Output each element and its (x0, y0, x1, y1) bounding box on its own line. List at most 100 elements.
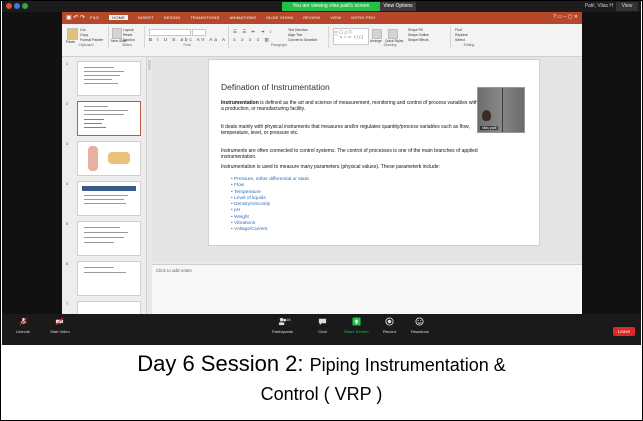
shape-effects-button[interactable]: Shape Effects (408, 38, 428, 42)
layout-button[interactable]: Layout (123, 28, 134, 32)
select-button[interactable]: Select (455, 38, 465, 42)
font-group: B I U S abc AV Aa A Font (146, 26, 229, 48)
slide-canvas: Defination of Instrumentation Instrument… (152, 57, 582, 262)
vertical-scrollbar[interactable] (148, 60, 151, 70)
slide-paragraph-2: It deals mainly with physical instrument… (221, 124, 470, 136)
parameter-list: Pressure, either differential or static … (231, 177, 309, 234)
slide-thumbnail-2-selected[interactable] (77, 101, 141, 136)
slide-thumbnail-7[interactable] (77, 301, 141, 314)
close-dot-icon[interactable] (6, 3, 12, 9)
shape-outline-button[interactable]: Shape Outline (408, 33, 429, 37)
drawing-group: ▭◯△⬠ ⌒↘☆▱ ⟨⟩{} Arrange Quick Styles Shap… (330, 26, 451, 48)
replace-button[interactable]: Replace (455, 33, 468, 37)
slide-thumbnail-6[interactable] (77, 261, 141, 296)
list-item: Voltage/Current (231, 227, 309, 233)
reactions-label: Reactions (411, 329, 429, 334)
paste-icon[interactable] (67, 28, 78, 40)
slide-paragraph-1: Instrumentation is defined as the art an… (221, 100, 483, 112)
arrange-icon[interactable] (372, 29, 382, 39)
minimize-dot-icon[interactable] (14, 3, 20, 9)
share-screen-icon (352, 317, 361, 326)
caption-line-1: Day 6 Session 2: Piping Instrumentation … (1, 351, 642, 377)
slide-thumbnails-pane[interactable]: 1 2 3 4 5 6 7 (62, 57, 147, 314)
clipboard-group: Paste Cut Copy Format Painter Clipboard (64, 26, 109, 48)
reactions-smiley-icon (415, 317, 424, 326)
view-options-button[interactable]: View Options (380, 2, 416, 11)
align-text-button[interactable]: Align Text (288, 33, 302, 37)
drawing-group-label: Drawing (383, 43, 397, 47)
tab-home[interactable]: HOME (109, 15, 129, 20)
participants-button[interactable]: Participants 18 (272, 317, 293, 334)
tab-review[interactable]: REVIEW (303, 15, 320, 20)
convert-smartart-button[interactable]: Convert to SmartArt (288, 38, 317, 42)
font-size-dropdown[interactable] (192, 29, 206, 36)
chat-button[interactable]: Chat (318, 317, 327, 334)
share-screen-button[interactable]: Share Screen (344, 317, 368, 334)
slide-title: Defination of Instrumentation (221, 82, 330, 92)
copy-button[interactable]: Copy (80, 33, 88, 37)
unmute-button[interactable]: Unmute (16, 317, 30, 334)
slide-thumbnail-1[interactable] (77, 61, 141, 96)
ribbon: Paste Cut Copy Format Painter Clipboard … (62, 24, 582, 57)
quick-access-icon[interactable]: ▣ ↶ ↷ (66, 14, 85, 21)
maximize-dot-icon[interactable] (22, 3, 28, 9)
zoom-view-button[interactable]: View (616, 2, 638, 11)
unmute-label: Unmute (16, 329, 31, 334)
caption-day-session: Day 6 Session 2: (137, 351, 310, 376)
slide-number: 1 (66, 61, 69, 66)
start-video-label: Start Video (50, 329, 70, 334)
notes-placeholder: Click to add notes (156, 268, 192, 273)
editing-group: Find Replace Select Editing (452, 26, 486, 48)
cut-button[interactable]: Cut (80, 28, 85, 32)
caption-topic: Piping Instrumentation & (309, 355, 506, 375)
notes-pane[interactable]: Click to add notes (152, 264, 582, 314)
webcam-video-tile[interactable]: vilas patil (477, 87, 525, 133)
powerpoint-window: ▣ ↶ ↷ FILE HOME INSERT DESIGN TRANSITION… (62, 12, 582, 314)
editing-group-label: Editing (463, 43, 475, 47)
font-format-icons[interactable]: B I U S abc AV Aa A (149, 37, 227, 42)
zoom-user-name: Patil, Vilas H (584, 3, 613, 9)
ribbon-tab-bar: ▣ ↶ ↷ FILE HOME INSERT DESIGN TRANSITION… (62, 12, 582, 24)
record-label: Record (383, 329, 396, 334)
tab-file[interactable]: FILE (90, 15, 99, 20)
slide-thumbnail-5[interactable] (77, 221, 141, 256)
slides-group-label: Slides (122, 43, 132, 47)
start-video-button[interactable]: Start Video (50, 317, 70, 334)
ppt-window-controls-icon[interactable]: ? ▭ – ▢ ✕ (553, 14, 578, 20)
slide-thumbnail-4[interactable] (77, 181, 141, 216)
slides-group: New Slide Layout Reset Section Slides (110, 26, 145, 48)
leave-button[interactable]: Leave (613, 327, 635, 336)
slide-number: 7 (66, 301, 69, 306)
tab-animations[interactable]: ANIMATIONS (230, 15, 257, 20)
tab-slide-show[interactable]: SLIDE SHOW (266, 15, 293, 20)
list-format-icons[interactable]: ☰ ☰ ⇤ ⇥ ↕ (233, 29, 274, 35)
slide-number: 6 (66, 261, 69, 266)
zoom-top-bar: You are viewing vilas patil's screen Vie… (2, 1, 641, 12)
shape-fill-button[interactable]: Shape Fill (408, 28, 423, 32)
screenshot-frame: You are viewing vilas patil's screen Vie… (0, 0, 643, 421)
participants-count: 18 (286, 317, 291, 322)
text-direction-button[interactable]: Text Direction (288, 28, 308, 32)
tab-nitro-pro[interactable]: NITRO PRO (351, 15, 375, 20)
reset-button[interactable]: Reset (123, 33, 132, 37)
slide-number: 4 (66, 181, 69, 186)
slide-thumbnail-3[interactable] (77, 141, 141, 176)
tab-view[interactable]: VIEW (330, 15, 341, 20)
slide-number: 3 (66, 141, 69, 146)
font-name-dropdown[interactable] (149, 29, 191, 36)
new-slide-icon[interactable] (112, 28, 122, 39)
tab-insert[interactable]: INSERT (138, 15, 154, 20)
video-camera-off-icon (55, 317, 64, 326)
reactions-button[interactable]: Reactions (411, 317, 429, 334)
find-button[interactable]: Find (455, 28, 462, 32)
record-button[interactable]: Record (383, 317, 396, 334)
para1-rest: is defined as the art and science of mea… (221, 100, 482, 112)
tab-design[interactable]: DESIGN (164, 15, 181, 20)
microphone-muted-icon (19, 317, 27, 326)
person-head-icon (482, 110, 491, 121)
quick-styles-icon[interactable] (388, 29, 398, 39)
section-button[interactable]: Section (123, 38, 135, 42)
window-controls (6, 3, 28, 9)
tab-transitions[interactable]: TRANSITIONS (190, 15, 219, 20)
format-painter-button[interactable]: Format Painter (80, 38, 103, 42)
